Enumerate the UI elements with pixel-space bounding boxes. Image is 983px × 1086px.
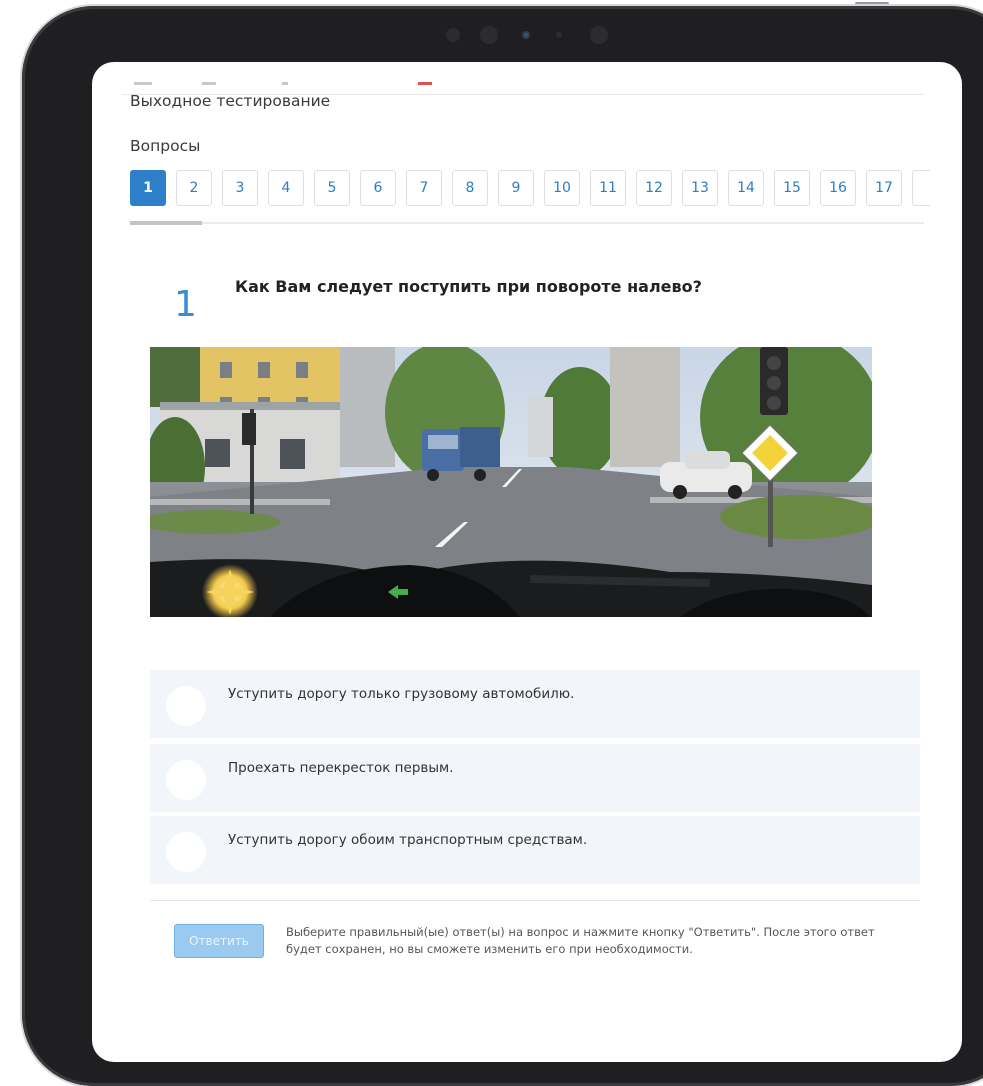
page-button-12[interactable]: 12 [636,170,672,206]
page-button-14[interactable]: 14 [728,170,764,206]
page-button-11[interactable]: 11 [590,170,626,206]
light-sensor-icon [556,32,562,38]
answer-radio-1[interactable] [166,686,206,726]
answer-label-2: Проехать перекресток первым. [228,760,454,776]
page-button-4[interactable]: 4 [268,170,304,206]
question-number: 1 [174,284,197,325]
answer-option-3[interactable]: Уступить дорогу обоим транспортным средс… [150,816,920,884]
page-button-8[interactable]: 8 [452,170,488,206]
cut-off-text-fragment [418,82,432,85]
submit-answer-button[interactable]: Ответить [174,924,264,958]
page-button-10[interactable]: 10 [544,170,580,206]
answer-radio-3[interactable] [166,832,206,872]
page-button-next-partial[interactable] [912,170,930,206]
submit-hint-text: Выберите правильный(ые) ответ(ы) на вопр… [286,925,875,956]
page-button-1[interactable]: 1 [130,170,166,206]
page-button-13[interactable]: 13 [682,170,718,206]
page-button-15[interactable]: 15 [774,170,810,206]
question-pager: 1 2 3 4 5 6 7 8 9 10 11 12 13 14 15 16 1… [130,170,930,210]
answer-label-3: Уступить дорогу обоим транспортным средс… [228,832,588,848]
question-image [150,347,872,617]
camera-lens-icon [480,26,498,44]
cut-off-text-fragment [134,82,152,85]
pager-active-indicator [130,221,202,225]
page-button-2[interactable]: 2 [176,170,212,206]
page-button-3[interactable]: 3 [222,170,258,206]
proximity-sensor-icon [590,26,608,44]
page-button-6[interactable]: 6 [360,170,396,206]
page-button-16[interactable]: 16 [820,170,856,206]
test-title: Выходное тестирование [130,92,331,110]
front-camera-icon [522,31,530,39]
tablet-screen: Выходное тестирование Вопросы 1 2 3 4 5 … [92,62,962,1062]
page-button-7[interactable]: 7 [406,170,442,206]
camera-bar [442,20,612,50]
sensor-icon [446,28,460,42]
cut-off-text-fragment [202,82,216,85]
questions-label: Вопросы [130,137,201,155]
answer-label-1: Уступить дорогу только грузовому автомоб… [228,686,575,702]
intersection-illustration [150,347,872,617]
pager-underline [130,222,924,224]
page-button-17[interactable]: 17 [866,170,902,206]
page-button-9[interactable]: 9 [498,170,534,206]
footer-divider [150,900,920,901]
cut-off-text-fragment [282,82,288,85]
answer-option-2[interactable]: Проехать перекресток первым. [150,744,920,812]
answer-option-1[interactable]: Уступить дорогу только грузовому автомоб… [150,670,920,738]
answer-radio-2[interactable] [166,760,206,800]
page-button-5[interactable]: 5 [314,170,350,206]
tablet-frame: Выходное тестирование Вопросы 1 2 3 4 5 … [22,6,983,1086]
question-text: Как Вам следует поступить при повороте н… [235,277,702,296]
